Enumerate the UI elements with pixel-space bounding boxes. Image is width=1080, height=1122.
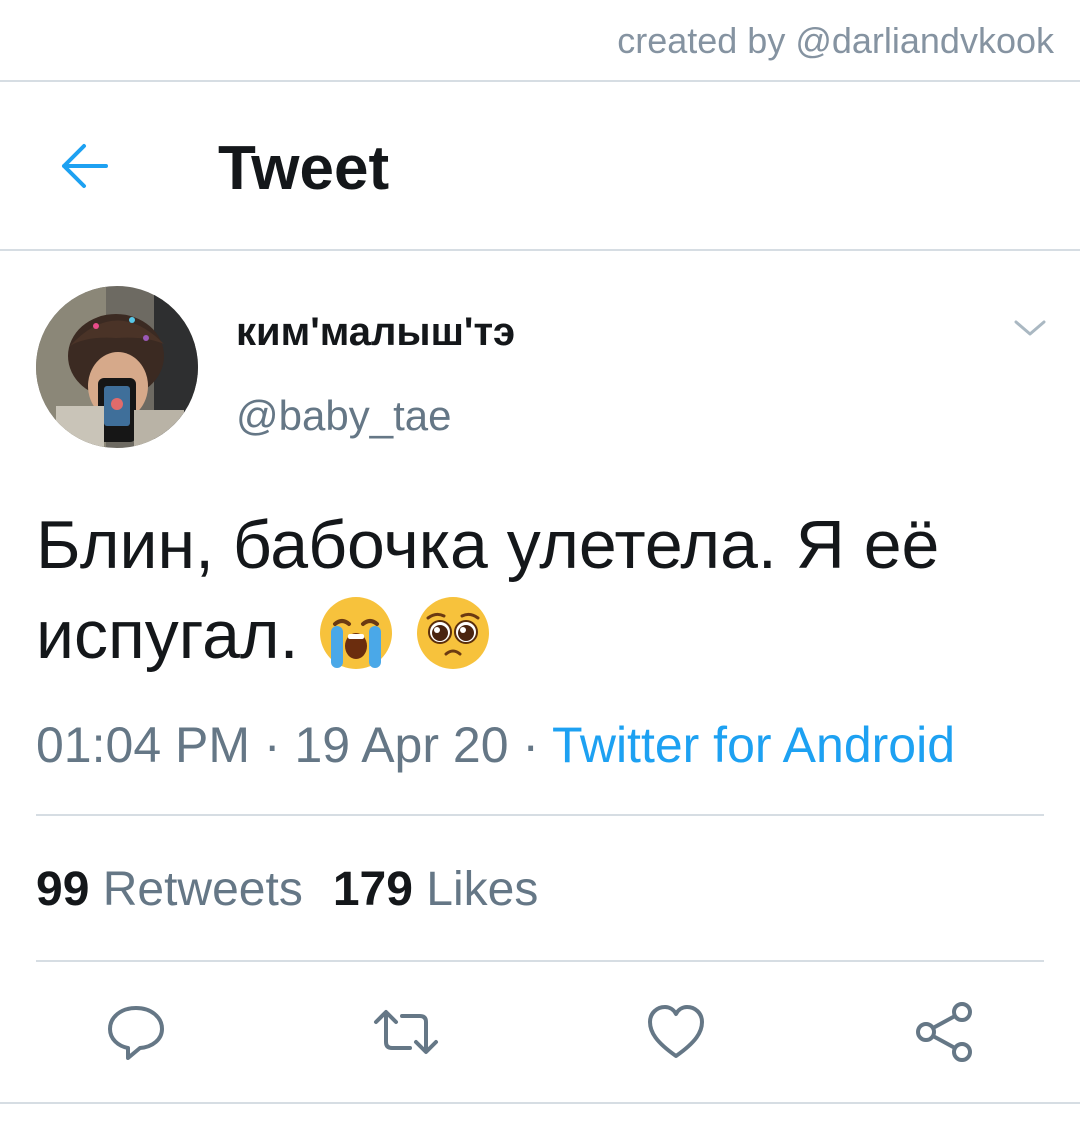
retweets-label: Retweets	[102, 863, 303, 916]
share-icon	[916, 1002, 972, 1062]
pleading-face-icon	[414, 594, 492, 672]
chevron-down-icon	[1014, 320, 1046, 336]
user-display-name[interactable]: ким'малыш'тэ	[236, 310, 515, 355]
divider	[36, 960, 1044, 962]
likes-count: 179	[332, 863, 413, 916]
likes-label: Likes	[426, 863, 539, 916]
retweet-icon	[374, 1010, 438, 1054]
page-title: Tweet	[218, 134, 390, 203]
divider	[36, 814, 1044, 816]
watermark-credit: created by @darliandvkook	[617, 20, 1054, 61]
loudly-crying-face-icon	[317, 594, 395, 672]
tweet-date: 19 Apr 20	[294, 717, 509, 773]
tweet-meta: 01:04 PM · 19 Apr 20 · Twitter for Andro…	[36, 716, 955, 774]
divider	[0, 1102, 1080, 1104]
tweet-time: 01:04 PM	[36, 717, 251, 773]
divider	[0, 80, 1080, 82]
user-handle[interactable]: @baby_tae	[236, 392, 451, 440]
tweet-stats: 99 Retweets 179 Likes	[36, 862, 538, 917]
retweet-button[interactable]	[372, 1002, 438, 1062]
divider	[0, 249, 1080, 251]
retweets-stat[interactable]: 99 Retweets	[36, 863, 303, 916]
back-button[interactable]	[54, 138, 118, 194]
more-options-button[interactable]	[1012, 316, 1048, 340]
reply-button[interactable]	[106, 1002, 166, 1062]
meta-separator: ·	[508, 717, 553, 773]
meta-separator: ·	[250, 717, 295, 773]
arrow-left-icon	[62, 144, 108, 188]
avatar[interactable]	[36, 286, 198, 448]
likes-stat[interactable]: 179 Likes	[333, 863, 539, 916]
heart-icon	[648, 1005, 704, 1058]
retweets-count: 99	[36, 863, 90, 916]
reply-icon	[108, 1006, 164, 1060]
share-button[interactable]	[914, 1002, 974, 1062]
tweet-source-link[interactable]: Twitter for Android	[552, 717, 955, 773]
tweet-text: Блин, бабочка улетела. Я её испугал.	[36, 500, 1056, 680]
like-button[interactable]	[646, 1002, 706, 1062]
